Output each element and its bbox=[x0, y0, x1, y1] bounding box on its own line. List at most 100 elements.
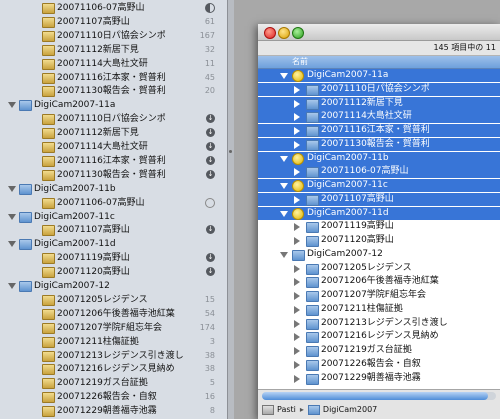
list-row[interactable]: 20071116江本家・賀普利 bbox=[258, 124, 500, 137]
sidebar-item[interactable]: 20071130報告会・賀普利 20 bbox=[0, 84, 227, 98]
disclosure-triangle-icon[interactable] bbox=[8, 241, 16, 248]
disclosure-triangle-icon[interactable] bbox=[8, 102, 16, 109]
list-row[interactable]: DigiCam2007-11b bbox=[258, 151, 500, 165]
breadcrumb-item-pasti[interactable]: Pasti bbox=[277, 405, 296, 414]
sidebar-item[interactable]: 20071107高野山 61 bbox=[0, 15, 227, 29]
disclosure-closed-icon[interactable] bbox=[294, 140, 300, 149]
album-icon bbox=[42, 364, 55, 376]
disclosure-triangle-icon[interactable] bbox=[8, 283, 16, 289]
disclosure-closed-icon[interactable] bbox=[294, 333, 300, 342]
disclosure-closed-icon[interactable] bbox=[294, 127, 300, 135]
disclosure-closed-icon[interactable] bbox=[294, 264, 300, 273]
sidebar-item[interactable]: 20071219ガス台証拠 5 bbox=[0, 376, 227, 390]
disclosure-open-icon[interactable] bbox=[280, 210, 288, 217]
sidebar-item[interactable]: 20071107高野山 ↓ bbox=[0, 223, 227, 237]
folder-icon bbox=[306, 263, 319, 275]
sidebar-item[interactable]: 20071120高野山 ↓ bbox=[0, 265, 227, 279]
list-row[interactable]: DigiCam2007-11a bbox=[258, 69, 500, 82]
disclosure-open-icon[interactable] bbox=[280, 183, 288, 189]
list-row[interactable]: 20071207学院F組忘年会 bbox=[258, 289, 500, 302]
window-titlebar[interactable] bbox=[258, 24, 500, 41]
sidebar-item[interactable]: 20071110日パ協会シンポ 167 bbox=[0, 29, 227, 43]
sidebar-item[interactable]: 20071216レジデンス見納め 38 bbox=[0, 362, 227, 376]
list-row[interactable]: 20071130報告会・賀普利 bbox=[258, 137, 500, 151]
disclosure-closed-icon[interactable] bbox=[294, 278, 300, 287]
zoom-button[interactable] bbox=[292, 27, 304, 39]
column-header-label: 名前 bbox=[292, 57, 308, 66]
download-status-icon: ↓ bbox=[206, 155, 215, 165]
disclosure-closed-icon[interactable] bbox=[294, 195, 300, 204]
sidebar-item[interactable]: 20071114大島社文研 ↓ bbox=[0, 140, 227, 154]
breadcrumb-item-digicam2007[interactable]: DigiCam2007 bbox=[323, 405, 377, 414]
list-row[interactable]: 20071211柱傷証拠 bbox=[258, 303, 500, 316]
sidebar-item[interactable]: 20071116江本家・賀普利 ↓ bbox=[0, 154, 227, 168]
sidebar-item[interactable]: 20071106-07高野山 bbox=[0, 1, 227, 15]
close-button[interactable] bbox=[264, 27, 276, 39]
minimize-button[interactable] bbox=[278, 27, 290, 39]
disclosure-closed-icon[interactable] bbox=[294, 99, 300, 108]
sidebar-item[interactable]: 20071211柱傷証拠 3 bbox=[0, 335, 227, 349]
disclosure-open-icon[interactable] bbox=[280, 155, 288, 162]
list-row[interactable]: 20071205レジデンス bbox=[258, 262, 500, 275]
sidebar-item[interactable]: 20071106-07高野山 bbox=[0, 196, 227, 210]
list-row[interactable]: 20071216レジデンス見納め bbox=[258, 330, 500, 344]
list-row[interactable]: 20071219ガス台証拠 bbox=[258, 344, 500, 357]
sidebar-item[interactable]: DigiCam2007-11a bbox=[0, 98, 227, 112]
disclosure-open-icon[interactable] bbox=[280, 73, 288, 79]
disclosure-closed-icon[interactable] bbox=[294, 168, 300, 177]
list-row[interactable]: DigiCam2007-12 bbox=[258, 248, 500, 261]
list-row[interactable]: 20071213レジデンス引き渡し bbox=[258, 317, 500, 330]
scrollbar-thumb[interactable] bbox=[262, 392, 488, 400]
sidebar-item[interactable]: DigiCam2007-12 bbox=[0, 279, 227, 293]
sidebar-item[interactable]: 20071213レジデンス引き渡し 38 bbox=[0, 349, 227, 363]
sidebar-item[interactable]: 20071114大島社文研 11 bbox=[0, 57, 227, 71]
list-row[interactable]: 20071119高野山 bbox=[258, 220, 500, 234]
sidebar-item[interactable]: DigiCam2007-11c bbox=[0, 210, 227, 224]
list-row[interactable]: 20071226報告会・自叙 bbox=[258, 358, 500, 371]
disclosure-closed-icon[interactable] bbox=[294, 305, 300, 314]
disclosure-closed-icon[interactable] bbox=[294, 360, 300, 369]
disclosure-closed-icon[interactable] bbox=[294, 319, 300, 328]
disclosure-closed-icon[interactable] bbox=[294, 374, 300, 383]
disclosure-closed-icon[interactable] bbox=[294, 113, 300, 122]
list-row[interactable]: 20071112新居下見 bbox=[258, 96, 500, 110]
sidebar-item[interactable]: 20071207学院F組忘年会 174 bbox=[0, 321, 227, 335]
disclosure-open-icon[interactable] bbox=[280, 251, 288, 258]
sidebar-item[interactable]: DigiCam2007-11b bbox=[0, 182, 227, 196]
hard-disk-icon bbox=[262, 404, 274, 415]
sidebar-item[interactable]: 20071226報告会・自叙 16 bbox=[0, 390, 227, 404]
list-row-label: 20071226報告会・自叙 bbox=[321, 358, 421, 369]
disclosure-closed-icon[interactable] bbox=[294, 292, 300, 300]
sidebar-item[interactable]: 20071119高野山 ↓ bbox=[0, 251, 227, 265]
sidebar-item[interactable]: 20071110日パ協会シンポ ↓ bbox=[0, 112, 227, 126]
sidebar-item[interactable]: 20071112新居下見 32 bbox=[0, 43, 227, 57]
sidebar-item[interactable]: 20071229朝善福寺池霧 8 bbox=[0, 404, 227, 418]
list-row[interactable]: 20071120高野山 bbox=[258, 234, 500, 247]
list-row[interactable]: 20071106-07高野山 bbox=[258, 165, 500, 179]
list-row[interactable]: DigiCam2007-11c bbox=[258, 179, 500, 192]
sidebar-item[interactable]: 20071206午後善福寺池紅葉 54 bbox=[0, 307, 227, 321]
list-row[interactable]: 20071110日パ協会シンポ bbox=[258, 82, 500, 96]
disclosure-closed-icon[interactable] bbox=[294, 85, 300, 94]
pane-splitter[interactable] bbox=[227, 0, 234, 419]
disclosure-closed-icon[interactable] bbox=[294, 237, 300, 245]
path-bar: Pasti ▸ DigiCam2007 bbox=[258, 389, 500, 419]
list-row[interactable]: 20071107高野山 bbox=[258, 192, 500, 206]
list-row[interactable]: 20071229朝善福寺池霧 bbox=[258, 372, 500, 385]
column-header-name[interactable]: 名前 bbox=[258, 56, 500, 69]
sidebar-item[interactable]: 20071116江本家・賀普利 45 bbox=[0, 71, 227, 85]
sidebar-item[interactable]: 20071112新居下見 ↓ bbox=[0, 126, 227, 140]
disclosure-triangle-icon[interactable] bbox=[8, 185, 16, 192]
horizontal-scrollbar[interactable] bbox=[262, 392, 496, 400]
list-row[interactable]: 20071206午後善福寺池紅葉 bbox=[258, 275, 500, 289]
list-row[interactable]: DigiCam2007-11d bbox=[258, 206, 500, 220]
disclosure-closed-icon[interactable] bbox=[294, 223, 300, 232]
list-row[interactable]: 20071114大島社文研 bbox=[258, 110, 500, 124]
sidebar-item[interactable]: 20071130報告会・賀普利 ↓ bbox=[0, 168, 227, 182]
disclosure-triangle-icon[interactable] bbox=[8, 213, 16, 220]
smart-folder-icon bbox=[292, 70, 304, 82]
album-icon bbox=[42, 392, 55, 404]
sidebar-item[interactable]: 20071205レジデンス 15 bbox=[0, 293, 227, 307]
disclosure-closed-icon[interactable] bbox=[294, 347, 300, 355]
sidebar-item[interactable]: DigiCam2007-11d bbox=[0, 237, 227, 251]
